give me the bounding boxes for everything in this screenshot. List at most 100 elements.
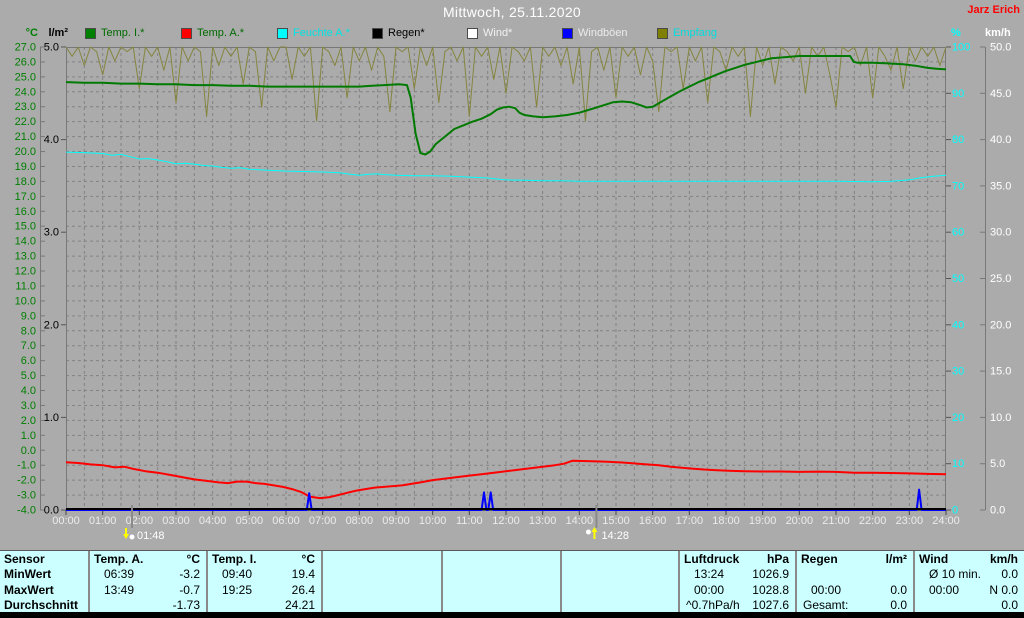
y-tick-label: 2.0 [44, 319, 59, 331]
y-tick-label: 0.0 [990, 505, 1005, 517]
y-tick-label: 5.0 [44, 42, 59, 54]
legend-item-empfang: Empfang [657, 27, 717, 39]
table-cell: 0.0 [1001, 567, 1018, 582]
table-cell: -3.2 [179, 567, 200, 582]
legend-label: Windböen [578, 27, 628, 39]
y-tick-label: 10.0 [15, 295, 36, 307]
table-row: Regen l/m² [797, 551, 913, 567]
table-cell: 1028.8 [752, 582, 789, 597]
table-cell: 19.4 [291, 567, 315, 582]
x-tick-label: 08:00 [346, 515, 374, 527]
table-row [443, 598, 560, 614]
y-axis-temperature: 27.0 26.0 25.0 24.0 23.0 22.0 21.0 20.0 19.0 18.0… [15, 42, 45, 517]
table-row [562, 567, 678, 583]
x-tick-label: 03:00 [162, 515, 190, 527]
x-tick-label: 06:00 [272, 515, 300, 527]
y-tick-label: 2.0 [21, 415, 36, 427]
y-tick-label: 21.0 [15, 131, 36, 143]
table-cell: 13:49 [104, 582, 135, 597]
y-tick-label: 50.0 [990, 42, 1011, 54]
x-tick-label: 01:00 [89, 515, 117, 527]
y-axis-wind: 50.0 45.0 40.0 35.0 30.0 25.0 20.0 15.0 10.0 5.0 0… [980, 42, 1011, 517]
table-row [797, 567, 913, 583]
table-row [323, 551, 441, 567]
y-tick-label: 30 [952, 366, 964, 378]
table-row: Temp. A. °C [90, 551, 206, 567]
table-cell: km/h [989, 551, 1018, 566]
x-tick-label: 02:00 [126, 515, 154, 527]
y-tick-label: 15.0 [990, 366, 1011, 378]
y-tick-label: 20 [952, 412, 964, 424]
legend-label: Wind* [483, 27, 513, 39]
legend-swatch [467, 27, 478, 39]
table-section-empty-3 [441, 551, 560, 612]
table-row: Temp. I. °C [208, 551, 321, 567]
y-axis-rain: 5.04.03.02.01.00.0 [44, 42, 66, 517]
summary-table: Sensor MinWert MaxWert Durchschnitt Temp. A.… [0, 550, 1024, 612]
y-tick-label: -3.0 [17, 490, 36, 502]
table-cell: -0.7 [179, 582, 200, 597]
table-row: 19:25 26.4 [208, 582, 321, 598]
legend-item-temp-a: Temp. A.* [181, 27, 244, 39]
y-tick-label: 14.0 [15, 236, 36, 248]
table-row [562, 582, 678, 598]
y-axis-humidity: 1009080706050403020100 [946, 42, 970, 517]
y-tick-label: 13.0 [15, 251, 36, 263]
moonset-icon [123, 528, 135, 540]
table-cell: °C [301, 551, 315, 566]
y-tick-label: 18.0 [15, 176, 36, 188]
x-tick-label: 07:00 [309, 515, 337, 527]
table-cell: 1027.6 [752, 598, 789, 613]
y-tick-label: 25.0 [15, 71, 36, 83]
table-cell: 0.0 [890, 582, 907, 597]
moonrise-icon [585, 527, 598, 539]
table-row: MaxWert [0, 582, 88, 598]
bottom-strip [0, 612, 1024, 618]
legend-label: Feuchte A.* [293, 27, 350, 39]
y-tick-label: -1.0 [17, 460, 36, 472]
table-row [323, 567, 441, 583]
table-row: Durchschnitt [0, 598, 88, 614]
table-cell: 1026.9 [752, 567, 789, 582]
y-tick-label: 3.0 [44, 227, 59, 239]
x-tick-label: 11:00 [456, 515, 483, 527]
table-row [562, 598, 678, 614]
x-tick-label: 15:00 [602, 515, 630, 527]
y-tick-label: 27.0 [15, 42, 36, 54]
x-tick-label: 04:00 [199, 515, 227, 527]
y-tick-label: 16.0 [15, 206, 36, 218]
marker-time-label: 01:48 [137, 530, 165, 542]
x-tick-label: 00:00 [52, 515, 80, 527]
legend-item-feuchte-a: Feuchte A.* [277, 27, 350, 39]
y-tick-label: 17.0 [15, 191, 36, 203]
table-cell: °C [186, 551, 200, 566]
table-cell: 26.4 [291, 582, 315, 597]
table-cell: Temp. I. [212, 551, 257, 566]
y-tick-label: 1.0 [21, 430, 36, 442]
table-row [562, 551, 678, 567]
x-tick-label: 13:00 [529, 515, 557, 527]
table-row: 0.0 [915, 598, 1024, 614]
y-tick-label: 60 [952, 227, 964, 239]
x-axis: 00:00 01:00 02:00 03:00 04:00 05:00 06:00 07:00… [52, 510, 960, 527]
table-section-luftdruck: Luftdruck hPa 13:24 1026.9 00:00 1028.8 ^0.7hP… [678, 551, 795, 612]
y-tick-label: 25.0 [990, 273, 1011, 285]
table-section-wind: Wind km/h Ø 10 min. 0.0 00:00 N 0.0 0.0 [913, 551, 1024, 612]
x-tick-label: 05:00 [236, 515, 264, 527]
chart-legend: Temp. I.* Temp. A.* Feuchte A.* Regen* Wind*… [0, 27, 1024, 41]
table-cell: 13:24 [694, 567, 725, 582]
weather-app-window: 27.0 26.0 25.0 24.0 23.0 22.0 21.0 20.0 19.0 18.0… [0, 0, 1024, 618]
x-tick-label: 21:00 [822, 515, 850, 527]
x-tick-label: 14:00 [566, 515, 594, 527]
table-cell: Durchschnitt [4, 598, 79, 613]
table-row: Gesamt: 0.0 [797, 598, 913, 614]
table-row [443, 582, 560, 598]
table-row-labels: Sensor MinWert MaxWert Durchschnitt [0, 551, 88, 614]
legend-label: Temp. A.* [197, 27, 245, 39]
y-tick-label: 8.0 [21, 325, 36, 337]
y-tick-label: 20.0 [15, 146, 36, 158]
table-row: ^0.7hPa/h 1027.6 [680, 598, 795, 614]
page-title: Mittwoch, 25.11.2020 [442, 4, 582, 20]
legend-swatch [277, 27, 288, 39]
table-row: 00:00 1028.8 [680, 582, 795, 598]
